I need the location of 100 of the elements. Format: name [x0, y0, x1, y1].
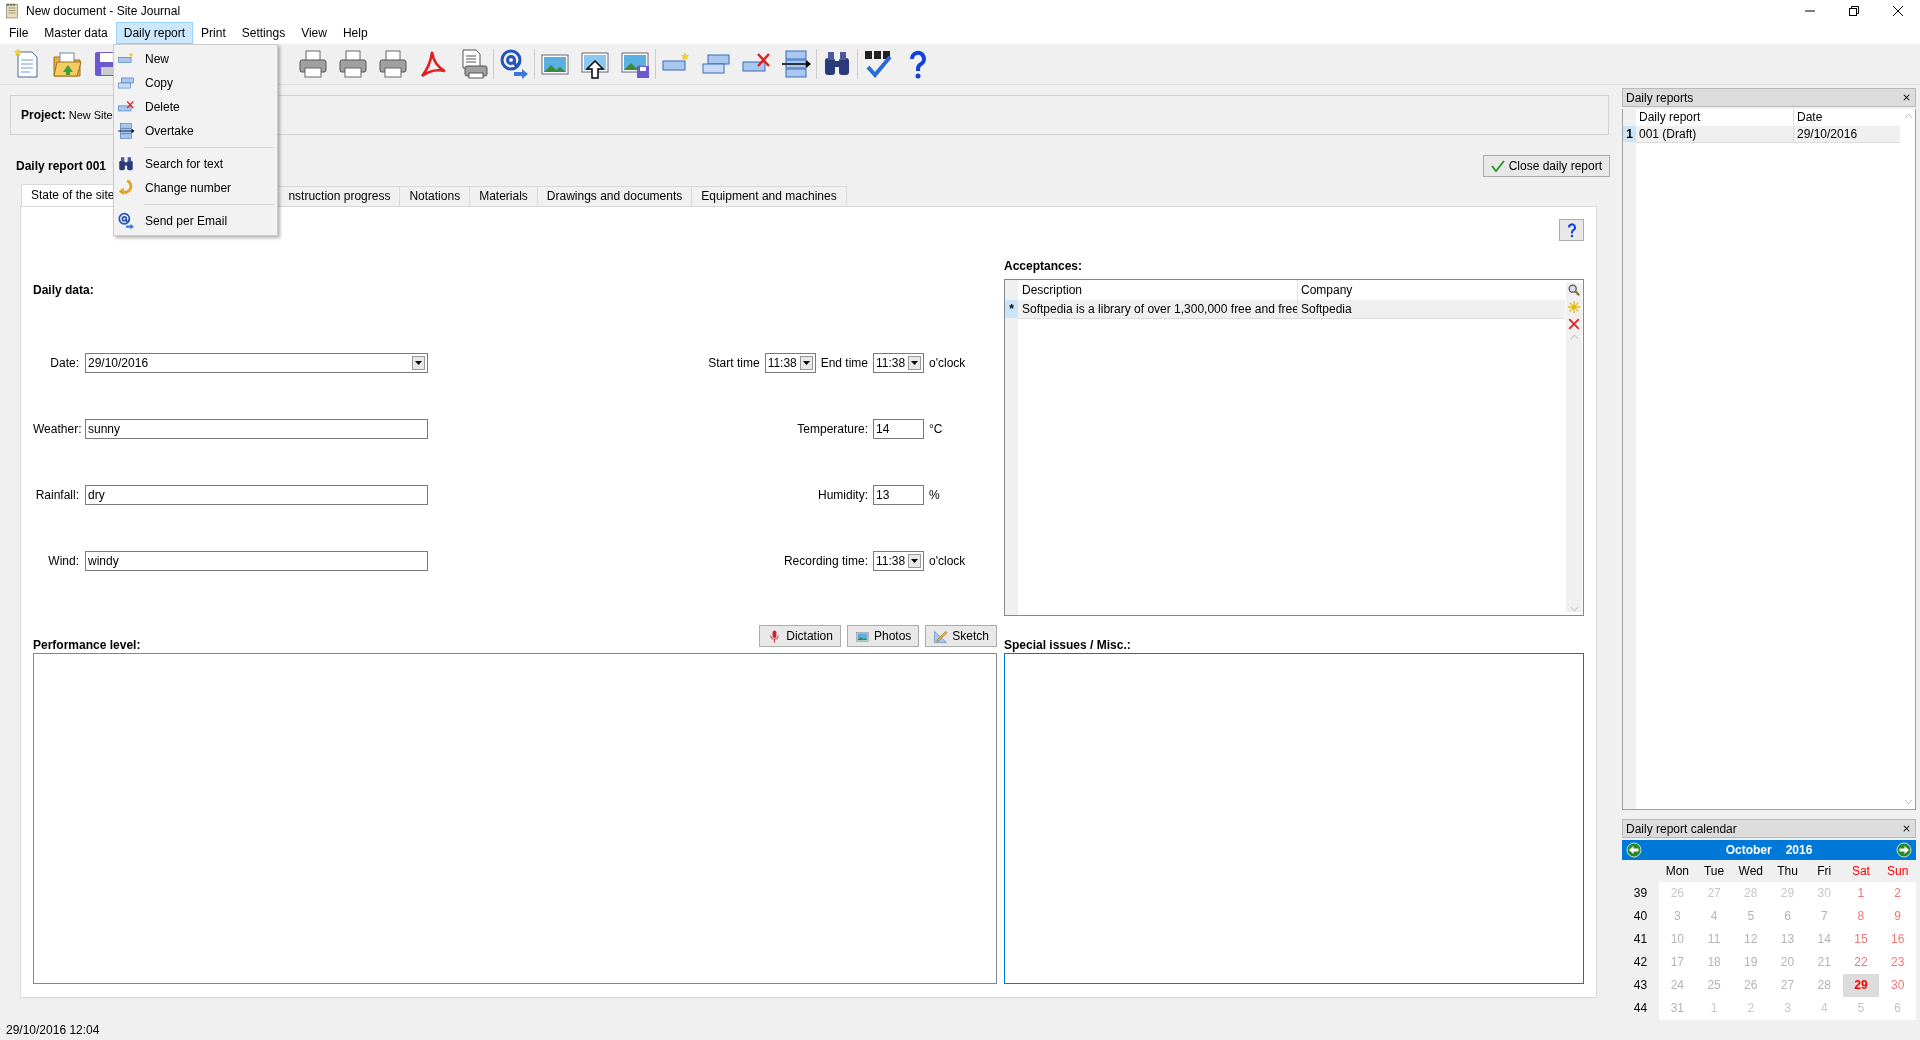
calendar-day[interactable]: 8 — [1842, 905, 1880, 928]
ruler-pencil-icon — [933, 628, 949, 644]
next-month-icon[interactable] — [1896, 842, 1912, 858]
previous-month-icon[interactable] — [1626, 842, 1642, 858]
menu-item[interactable]: New — [114, 47, 277, 71]
text-field[interactable]: dry — [85, 485, 428, 505]
menu-item[interactable]: Copy — [114, 71, 277, 95]
table-cell[interactable]: 29/10/2016 — [1794, 126, 1900, 142]
row-number: 1 — [1623, 126, 1636, 142]
tool-button[interactable]: Sketch — [925, 625, 997, 647]
unit-label: °C — [929, 422, 944, 436]
email-icon[interactable] — [498, 48, 530, 80]
weekday-label: Tue — [1702, 863, 1726, 880]
week-number: 40 — [1632, 908, 1649, 925]
column-header[interactable]: Date — [1794, 109, 1900, 126]
menu-item[interactable]: View — [293, 22, 335, 44]
field-label: Weather: — [33, 422, 79, 436]
field-label: Start time — [708, 356, 760, 370]
tab[interactable]: Equipment and machines — [691, 186, 847, 206]
email-icon — [117, 212, 135, 230]
restore-icon[interactable] — [1849, 6, 1859, 16]
table-cell[interactable]: 001 (Draft) — [1636, 126, 1794, 142]
calendar-day[interactable]: 9 — [1879, 905, 1917, 928]
calendar-day[interactable]: 23 — [1879, 951, 1917, 974]
dropdown-field[interactable]: 11:38 — [764, 353, 816, 373]
close-report-button[interactable]: Close daily report — [1482, 155, 1610, 177]
menu-item[interactable]: Print — [193, 22, 234, 44]
close-icon[interactable] — [1901, 823, 1912, 834]
menu-item[interactable]: Daily report — [115, 22, 194, 44]
panel-title: Daily reports — [1626, 90, 1694, 105]
curved-arrow-icon — [117, 179, 135, 197]
window-title: New document - Site Journal — [26, 4, 181, 18]
field-label: Temperature: — [797, 422, 868, 436]
tool-button[interactable]: Photos — [846, 625, 920, 647]
section-heading: Performance level: — [33, 638, 141, 653]
menu-item[interactable]: Help — [334, 22, 376, 44]
field-label: Recording time: — [783, 554, 868, 568]
week-number: 41 — [1632, 931, 1649, 948]
search-icon[interactable] — [1567, 283, 1581, 297]
menu-item[interactable]: Overtake — [114, 119, 277, 143]
text-field[interactable]: sunny — [85, 419, 428, 439]
text-field[interactable]: windy — [85, 551, 428, 571]
calendar-day[interactable]: 30 — [1879, 974, 1917, 997]
report-title: Daily report 001 — [16, 159, 107, 173]
table-cell[interactable]: Softpedia — [1298, 300, 1565, 318]
row-marker: * — [1005, 300, 1018, 318]
field-label: Date: — [49, 356, 79, 370]
check-icon — [1490, 160, 1505, 172]
calendar-day[interactable]: 29 — [1842, 974, 1880, 997]
year-label[interactable]: 2016 — [1785, 843, 1813, 857]
tab[interactable]: Drawings and documents — [536, 186, 693, 206]
panel-title: Daily report calendar — [1626, 821, 1737, 836]
text-field[interactable]: 14 — [873, 419, 924, 439]
field-label: Humidity: — [818, 488, 868, 502]
close-icon[interactable] — [1893, 6, 1903, 16]
calendar-day[interactable]: 22 — [1842, 951, 1880, 974]
section-heading: Daily data: — [33, 283, 95, 297]
move-row-icon[interactable] — [780, 48, 812, 80]
menu-item[interactable]: Send per Email — [114, 209, 277, 233]
move-row-icon — [117, 122, 135, 140]
printer-icon[interactable] — [297, 48, 329, 80]
binoculars-icon — [117, 155, 135, 173]
calendar-day[interactable]: 16 — [1879, 928, 1917, 951]
weekday-label: Mon — [1664, 863, 1691, 880]
field-label: Rainfall: — [34, 488, 79, 502]
weekday-label: Thu — [1776, 863, 1799, 880]
dropdown-field[interactable]: 11:38 — [873, 353, 924, 373]
calendar-day[interactable]: 1 — [1842, 882, 1880, 905]
weekday-label: Fri — [1816, 863, 1833, 880]
spell-check-icon[interactable] — [862, 48, 894, 80]
delete-icon[interactable] — [1567, 317, 1581, 331]
printer-icon[interactable] — [377, 48, 409, 80]
week-number: 43 — [1632, 977, 1649, 994]
text-field[interactable]: 13 — [873, 485, 924, 505]
section-heading: Special issues / Misc.: — [1004, 638, 1131, 653]
section-heading: Acceptances: — [1004, 259, 1084, 273]
dropdown-field[interactable]: 11:38 — [873, 551, 924, 571]
weekday-label: Sat — [1850, 863, 1871, 880]
dropdown-field[interactable]: 29/10/2016 — [85, 353, 428, 373]
menu-item[interactable]: Search for text — [114, 152, 277, 176]
unit-label: o'clock — [929, 554, 967, 568]
menu-item[interactable]: File — [1, 22, 37, 44]
weekday-label: Sun — [1886, 863, 1910, 880]
menu-item[interactable]: Delete — [114, 95, 277, 119]
weekday-label: Wed — [1737, 863, 1765, 880]
field-label: End time — [820, 356, 868, 370]
status-text: 29/10/2016 12:04 — [6, 1023, 100, 1037]
close-icon[interactable] — [1901, 92, 1912, 103]
menu-item[interactable]: Master data — [36, 22, 116, 44]
calendar-day[interactable]: 15 — [1842, 928, 1880, 951]
column-header[interactable]: Company — [1298, 280, 1565, 300]
unit-label: o'clock — [929, 356, 967, 370]
unit-label: % — [929, 488, 941, 502]
menu-item[interactable]: Settings — [233, 22, 294, 44]
app-icon — [4, 3, 20, 19]
help-button[interactable] — [1559, 219, 1584, 241]
calendar-day[interactable]: 2 — [1879, 882, 1917, 905]
month-label[interactable]: October — [1725, 843, 1772, 857]
tool-button[interactable]: Dictation — [759, 625, 841, 647]
printer-icon[interactable] — [337, 48, 369, 80]
